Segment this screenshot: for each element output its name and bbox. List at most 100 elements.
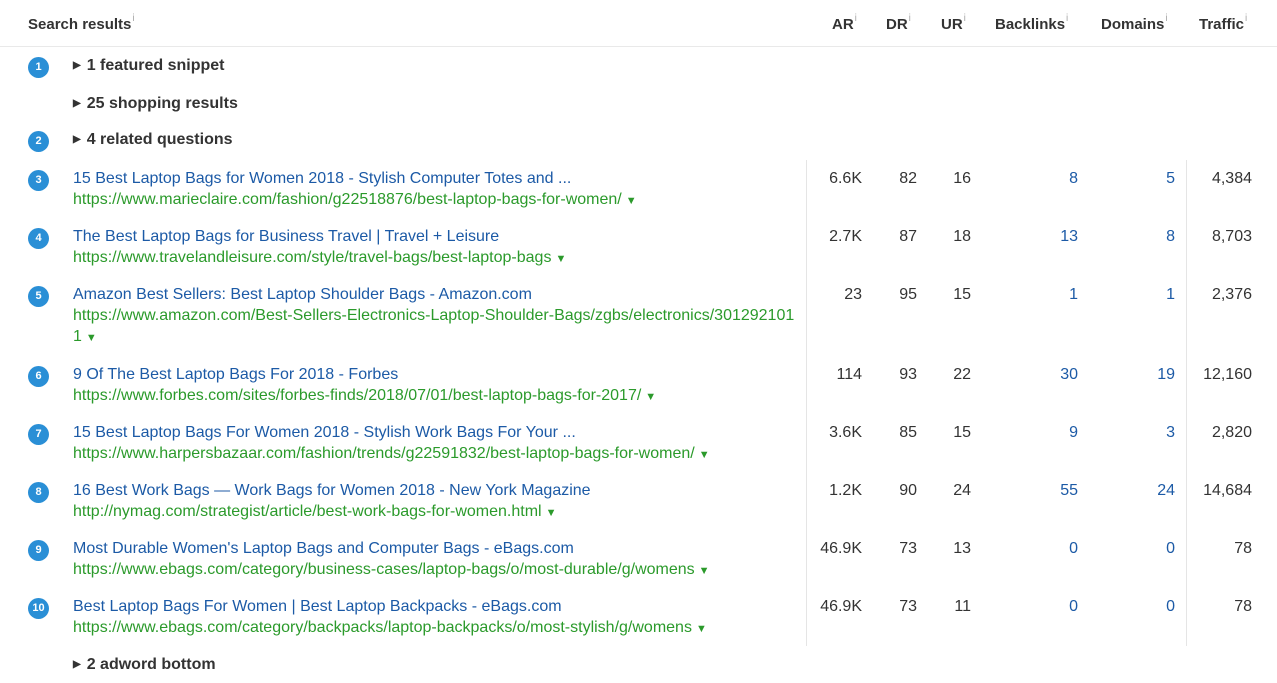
featured-snippet-toggle[interactable]: ▶ 1 featured snippet bbox=[73, 57, 225, 75]
cell-backlinks[interactable]: 1 bbox=[980, 286, 1078, 304]
related-questions-toggle[interactable]: ▶ 4 related questions bbox=[73, 131, 233, 149]
group-shopping-results: ▶ 25 shopping results bbox=[0, 94, 1277, 124]
result-url[interactable]: https://www.harpersbazaar.com/fashion/tr… bbox=[73, 443, 798, 466]
result-title-link[interactable]: 15 Best Laptop Bags for Women 2018 - Sty… bbox=[73, 170, 571, 188]
group-adword-bottom: ▶ 2 adword bottom bbox=[0, 655, 1277, 681]
header-domains-label: Domains bbox=[1101, 16, 1165, 33]
cell-backlinks[interactable]: 55 bbox=[980, 482, 1078, 500]
header-backlinks-label: Backlinks bbox=[995, 16, 1066, 33]
info-icon[interactable]: i bbox=[1165, 13, 1167, 24]
cell-domains[interactable]: 8 bbox=[1085, 228, 1175, 246]
cell-domains[interactable]: 3 bbox=[1085, 424, 1175, 442]
related-questions-label: 4 related questions bbox=[86, 131, 233, 148]
cell-traffic: 14,684 bbox=[1203, 482, 1252, 499]
group-featured-snippet: 1 ▶ 1 featured snippet bbox=[0, 56, 1277, 86]
cell-dr: 95 bbox=[899, 286, 917, 303]
result-url-text[interactable]: https://www.forbes.com/sites/forbes-find… bbox=[73, 387, 641, 404]
cell-domains[interactable]: 0 bbox=[1085, 540, 1175, 558]
triangle-down-icon[interactable]: ▼ bbox=[645, 391, 656, 403]
cell-ar: 23 bbox=[844, 286, 862, 303]
cell-traffic: 78 bbox=[1234, 598, 1252, 615]
result-title-link[interactable]: 9 Of The Best Laptop Bags For 2018 - For… bbox=[73, 366, 398, 384]
table-row: 10 Best Laptop Bags For Women | Best Lap… bbox=[0, 597, 1277, 647]
result-url[interactable]: https://www.forbes.com/sites/forbes-find… bbox=[73, 385, 798, 408]
triangle-down-icon[interactable]: ▼ bbox=[696, 623, 707, 635]
result-url[interactable]: https://www.amazon.com/Best-Sellers-Elec… bbox=[73, 305, 798, 349]
cell-ar: 114 bbox=[836, 366, 862, 383]
cell-ar: 2.7K bbox=[829, 228, 862, 245]
info-icon[interactable]: i bbox=[1245, 13, 1247, 24]
cell-domains[interactable]: 24 bbox=[1085, 482, 1175, 500]
cell-dr: 93 bbox=[899, 366, 917, 383]
rank-badge: 1 bbox=[28, 57, 49, 78]
cell-domains[interactable]: 5 bbox=[1085, 170, 1175, 188]
triangle-down-icon[interactable]: ▼ bbox=[546, 507, 557, 519]
cell-dr: 85 bbox=[899, 424, 917, 441]
info-icon[interactable]: i bbox=[855, 13, 857, 24]
cell-dr: 73 bbox=[899, 540, 917, 557]
header-dr[interactable]: DRi bbox=[886, 13, 911, 33]
cell-backlinks[interactable]: 30 bbox=[980, 366, 1078, 384]
rank-badge: 7 bbox=[28, 424, 49, 445]
result-url-text[interactable]: http://nymag.com/strategist/article/best… bbox=[73, 503, 542, 520]
header-domains[interactable]: Domainsi bbox=[1101, 13, 1168, 33]
table-row: 9 Most Durable Women's Laptop Bags and C… bbox=[0, 539, 1277, 589]
info-icon[interactable]: i bbox=[1066, 13, 1068, 24]
result-url[interactable]: https://www.ebags.com/category/backpacks… bbox=[73, 617, 798, 640]
shopping-results-label: 25 shopping results bbox=[86, 95, 238, 112]
header-traffic[interactable]: Traffici bbox=[1199, 13, 1247, 33]
cell-dr: 73 bbox=[899, 598, 917, 615]
triangle-down-icon[interactable]: ▼ bbox=[699, 565, 710, 577]
result-url-text[interactable]: https://www.travelandleisure.com/style/t… bbox=[73, 249, 551, 266]
result-title-link[interactable]: The Best Laptop Bags for Business Travel… bbox=[73, 228, 499, 246]
cell-domains[interactable]: 0 bbox=[1085, 598, 1175, 616]
result-url-text[interactable]: https://www.marieclaire.com/fashion/g225… bbox=[73, 191, 622, 208]
rank-badge: 4 bbox=[28, 228, 49, 249]
cell-backlinks[interactable]: 0 bbox=[980, 540, 1078, 558]
shopping-results-toggle[interactable]: ▶ 25 shopping results bbox=[73, 95, 238, 113]
cell-domains[interactable]: 1 bbox=[1085, 286, 1175, 304]
result-url[interactable]: https://www.marieclaire.com/fashion/g225… bbox=[73, 189, 798, 212]
result-url[interactable]: http://nymag.com/strategist/article/best… bbox=[73, 501, 798, 524]
rank-badge: 2 bbox=[28, 131, 49, 152]
result-url-text[interactable]: https://www.amazon.com/Best-Sellers-Elec… bbox=[73, 307, 794, 345]
info-icon[interactable]: i bbox=[964, 13, 966, 24]
header-ur[interactable]: URi bbox=[941, 13, 966, 33]
rank-badge: 6 bbox=[28, 366, 49, 387]
result-title-link[interactable]: Most Durable Women's Laptop Bags and Com… bbox=[73, 540, 574, 558]
cell-backlinks[interactable]: 9 bbox=[980, 424, 1078, 442]
cell-ur: 22 bbox=[953, 366, 971, 383]
info-icon[interactable]: i bbox=[132, 13, 134, 24]
cell-dr: 82 bbox=[899, 170, 917, 187]
cell-backlinks[interactable]: 8 bbox=[980, 170, 1078, 188]
result-url-text[interactable]: https://www.ebags.com/category/business-… bbox=[73, 561, 695, 578]
triangle-down-icon[interactable]: ▼ bbox=[699, 449, 710, 461]
cell-domains[interactable]: 19 bbox=[1085, 366, 1175, 384]
result-url[interactable]: https://www.ebags.com/category/business-… bbox=[73, 559, 798, 582]
cell-ur: 11 bbox=[954, 598, 971, 615]
triangle-down-icon[interactable]: ▼ bbox=[555, 253, 566, 265]
result-url[interactable]: https://www.travelandleisure.com/style/t… bbox=[73, 247, 798, 270]
table-row: 7 15 Best Laptop Bags For Women 2018 - S… bbox=[0, 423, 1277, 473]
result-title-link[interactable]: Best Laptop Bags For Women | Best Laptop… bbox=[73, 598, 562, 616]
header-ar-label: AR bbox=[832, 16, 854, 33]
cell-backlinks[interactable]: 13 bbox=[980, 228, 1078, 246]
cell-ur: 15 bbox=[953, 286, 971, 303]
cell-traffic: 78 bbox=[1234, 540, 1252, 557]
result-url-text[interactable]: https://www.ebags.com/category/backpacks… bbox=[73, 619, 692, 636]
header-backlinks[interactable]: Backlinksi bbox=[995, 13, 1068, 33]
group-related-questions: 2 ▶ 4 related questions bbox=[0, 130, 1277, 160]
header-ar[interactable]: ARi bbox=[832, 13, 857, 33]
cell-backlinks[interactable]: 0 bbox=[980, 598, 1078, 616]
header-search-results[interactable]: Search resultsi bbox=[28, 13, 135, 33]
triangle-down-icon[interactable]: ▼ bbox=[626, 195, 637, 207]
triangle-right-icon: ▶ bbox=[73, 659, 81, 670]
result-title-link[interactable]: Amazon Best Sellers: Best Laptop Shoulde… bbox=[73, 286, 532, 304]
rank-badge: 5 bbox=[28, 286, 49, 307]
result-url-text[interactable]: https://www.harpersbazaar.com/fashion/tr… bbox=[73, 445, 695, 462]
info-icon[interactable]: i bbox=[909, 13, 911, 24]
triangle-down-icon[interactable]: ▼ bbox=[86, 332, 97, 344]
adword-bottom-toggle[interactable]: ▶ 2 adword bottom bbox=[73, 656, 216, 674]
result-title-link[interactable]: 15 Best Laptop Bags For Women 2018 - Sty… bbox=[73, 424, 576, 442]
result-title-link[interactable]: 16 Best Work Bags — Work Bags for Women … bbox=[73, 482, 591, 500]
